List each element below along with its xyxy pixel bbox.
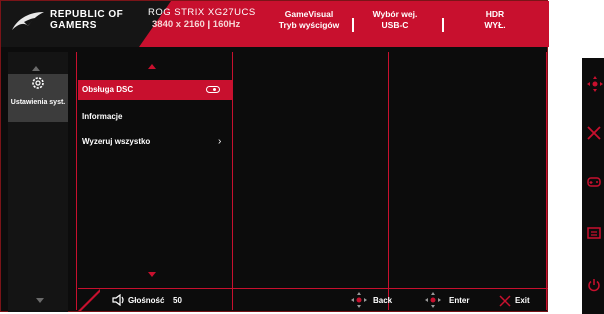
dsc-toggle-switch[interactable] (206, 86, 220, 93)
sidebar-up-arrow-icon[interactable] (32, 66, 40, 71)
menu-scroll-down-icon[interactable] (148, 272, 156, 277)
osd-panel (0, 0, 549, 312)
chevron-right-icon: › (218, 136, 222, 147)
joystick-icon (425, 292, 441, 308)
menu-item-reset-all[interactable]: Wyzeruj wszystko (78, 132, 232, 152)
close-icon[interactable] (587, 126, 601, 140)
power-icon[interactable] (587, 278, 601, 292)
status-value: Tryb wyścigów (278, 20, 340, 30)
brand-text: REPUBLIC OF GAMERS (50, 9, 123, 31)
volume-value: 50 (173, 296, 182, 305)
exit-label: Exit (515, 296, 530, 305)
refresh-text: 160Hz (212, 19, 241, 30)
status-title: Wybór wej. (372, 9, 418, 19)
status-divider (442, 18, 444, 32)
menu-item-label: Wyzeruj wszystko (82, 137, 151, 146)
status-title: GameVisual (284, 9, 334, 19)
menu-item-information[interactable]: Informacje (78, 107, 232, 127)
status-input: Wybór wej. USB-C (356, 9, 434, 31)
model-spec: 3840 x 2160 | 160Hz (152, 19, 241, 30)
gamepad-icon[interactable] (587, 176, 601, 188)
brand-line-2: GAMERS (50, 20, 97, 31)
resolution-text: 3840 x 2160 (152, 19, 205, 30)
sidebar-item-label: Ustawienia syst. (10, 99, 66, 106)
status-value: USB-C (381, 20, 409, 30)
status-hdr: HDR WYŁ. (456, 9, 534, 31)
back-label: Back (373, 296, 393, 305)
column-divider (388, 52, 389, 310)
model-name: ROG STRIX XG27UCS (148, 7, 256, 18)
sidebar-down-arrow-icon[interactable] (36, 298, 44, 303)
volume-label: Głośność (128, 296, 165, 305)
status-value: WYŁ. (484, 20, 506, 30)
menu-item-label: Informacje (82, 112, 123, 121)
rog-logo-icon (12, 12, 44, 30)
column-divider (546, 52, 547, 310)
menu-scroll-up-icon[interactable] (148, 64, 156, 69)
gameplus-icon[interactable] (587, 226, 601, 240)
joystick-icon (351, 292, 367, 308)
brand-line-1: REPUBLIC OF (50, 9, 124, 20)
menu-item-label: Obsługa DSC (82, 85, 134, 94)
joystick-icon[interactable] (587, 76, 603, 92)
gear-icon (32, 77, 44, 89)
status-title: HDR (485, 9, 505, 19)
close-icon (499, 295, 511, 307)
speaker-icon (112, 294, 124, 306)
toggle-knob (213, 88, 216, 91)
column-divider (76, 52, 77, 310)
column-divider (232, 52, 233, 310)
status-divider (352, 18, 354, 32)
enter-label: Enter (449, 296, 470, 305)
status-gamevisual: GameVisual Tryb wyścigów (270, 9, 348, 31)
